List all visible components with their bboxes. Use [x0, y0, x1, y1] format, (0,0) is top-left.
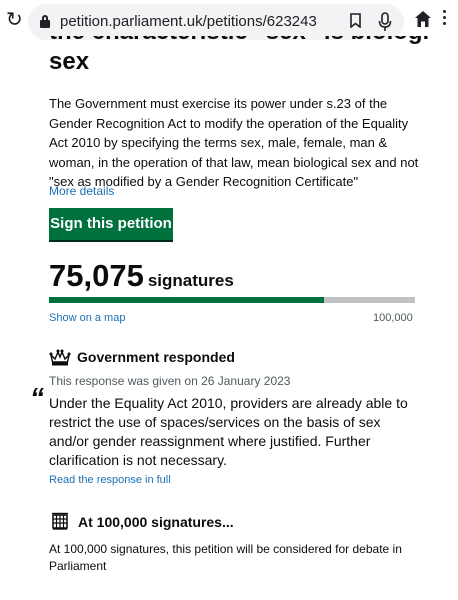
- portcullis-icon: [52, 512, 68, 530]
- show-on-map-link[interactable]: Show on a map: [49, 312, 125, 324]
- crown-icon: [49, 349, 71, 366]
- more-menu-icon[interactable]: [441, 10, 447, 30]
- petition-title: the characteristic "sex" is biological s…: [49, 36, 429, 76]
- sign-petition-button[interactable]: Sign this petition: [49, 208, 173, 240]
- signature-count: 75,075 signatures: [49, 258, 234, 294]
- address-bar[interactable]: petition.parliament.uk/petitions/623243: [28, 4, 404, 40]
- signature-label: signatures: [147, 271, 234, 290]
- more-details-link[interactable]: More details: [49, 184, 114, 198]
- petition-title-line1: the characteristic "sex" is biological: [49, 36, 429, 46]
- url-text[interactable]: petition.parliament.uk/petitions/623243: [60, 13, 317, 30]
- government-responded-title: Government responded: [77, 349, 235, 365]
- response-summary: Under the Equality Act 2010, providers a…: [49, 395, 408, 468]
- quote-mark-icon: “: [30, 382, 44, 413]
- signature-progress-fill: [49, 297, 324, 303]
- debate-threshold-title: At 100,000 signatures...: [78, 514, 234, 530]
- debate-threshold-text: At 100,000 signatures, this petition wil…: [49, 542, 402, 573]
- microphone-icon[interactable]: [378, 12, 392, 32]
- home-icon[interactable]: [414, 10, 432, 28]
- petition-title-line2: sex: [49, 48, 90, 75]
- reload-icon[interactable]: ↻: [6, 10, 23, 30]
- petition-description: The Government must exercise its power u…: [49, 96, 419, 189]
- bookmark-icon[interactable]: [350, 13, 361, 28]
- signature-number: 75,075: [49, 258, 144, 293]
- lock-icon[interactable]: [40, 15, 50, 28]
- signature-target: 100,000: [373, 312, 413, 324]
- response-date: This response was given on 26 January 20…: [49, 374, 291, 388]
- signature-progress-bar: [49, 297, 415, 303]
- read-response-link[interactable]: Read the response in full: [49, 474, 171, 486]
